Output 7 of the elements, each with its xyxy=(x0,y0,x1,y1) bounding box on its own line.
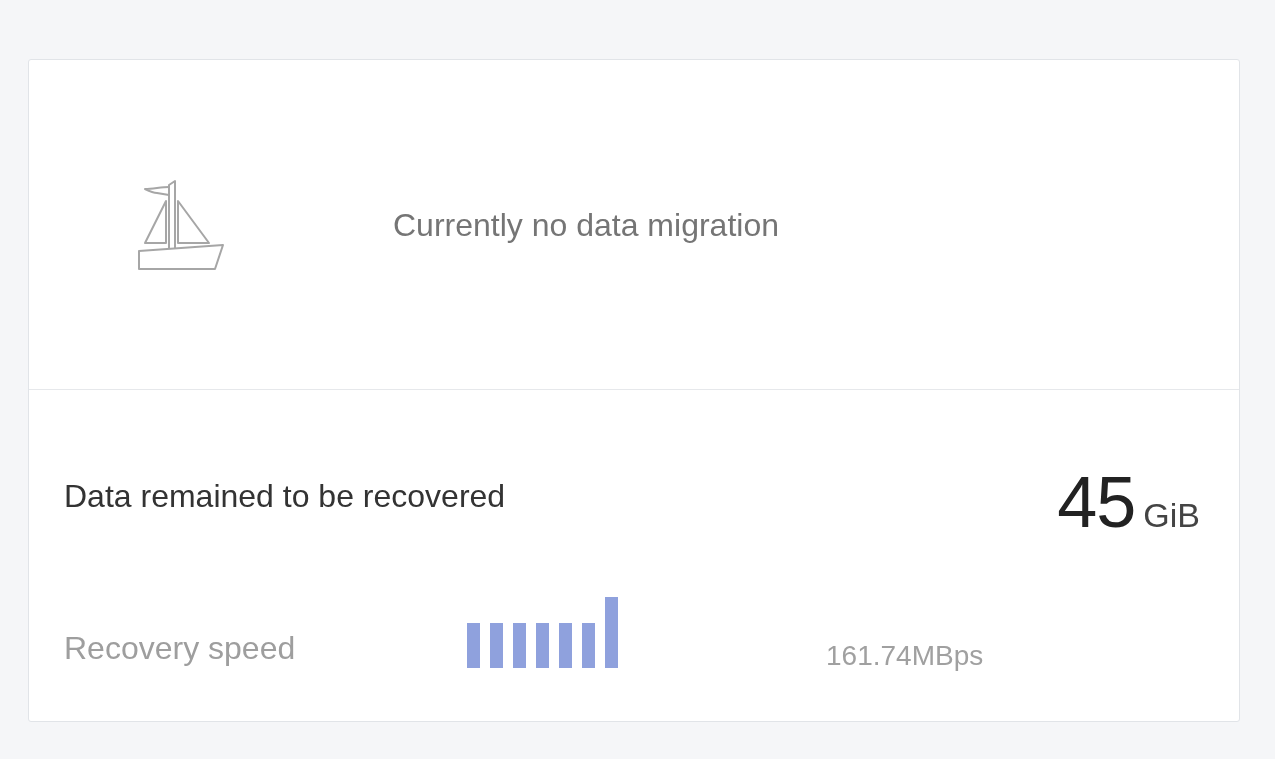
remaining-amount: 45 xyxy=(1057,466,1136,538)
remaining-unit: GiB xyxy=(1143,498,1200,532)
empty-state-message: Currently no data migration xyxy=(393,208,779,241)
recovery-speed-value: 161.74MBps xyxy=(826,642,984,670)
remaining-data-label: Data remained to be recovered xyxy=(64,480,506,512)
recovery-speed-label: Recovery speed xyxy=(64,632,297,664)
sailboat-icon xyxy=(135,178,225,271)
